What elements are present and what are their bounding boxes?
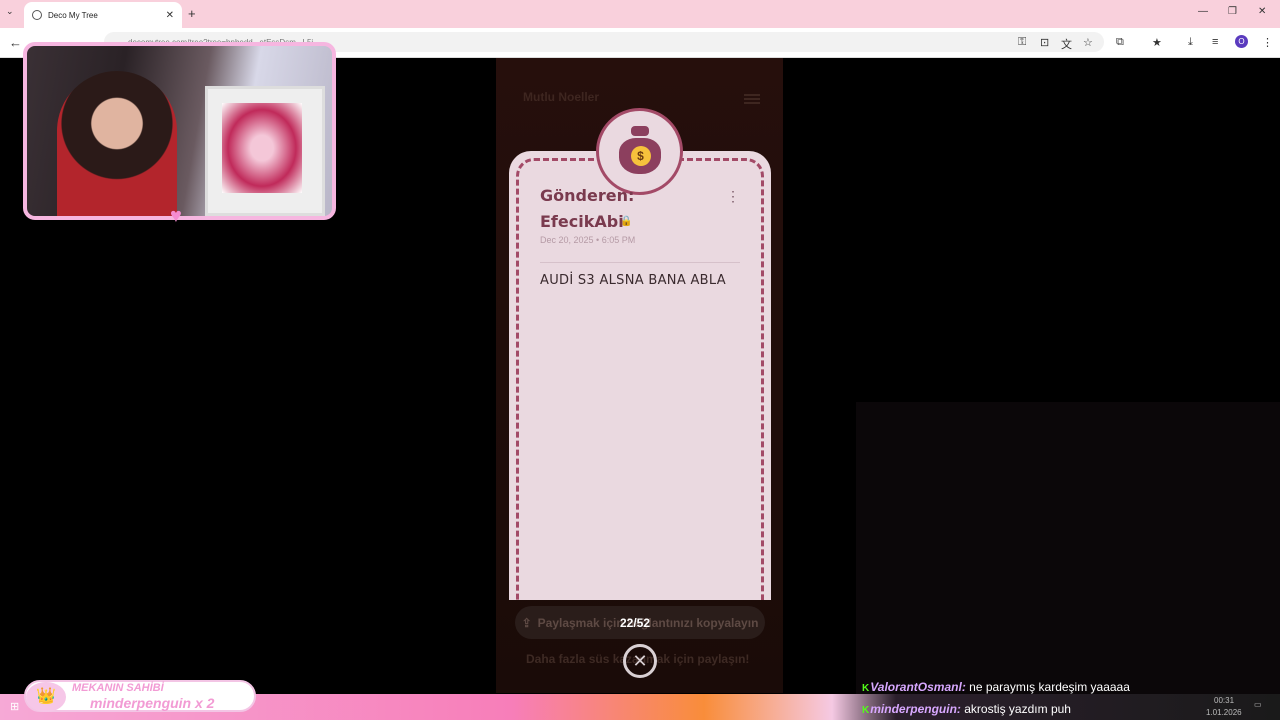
- money-bag-ornament: $: [596, 108, 683, 195]
- windows-start-icon[interactable]: ⊞: [10, 700, 19, 713]
- kick-badge-icon: K: [862, 683, 870, 694]
- sender-name: EfecikAbi: [540, 212, 624, 231]
- tab-close-icon[interactable]: ✕: [166, 10, 174, 21]
- bookmark-star-icon[interactable]: ☆: [1083, 36, 1093, 49]
- kick-badge-icon: K: [862, 705, 870, 716]
- heart-icon: ♥: [170, 205, 182, 227]
- divider: [540, 262, 740, 263]
- share-icon: ⇪: [521, 615, 532, 630]
- banner-title: MEKANIN SAHİBİ: [72, 682, 164, 694]
- browser-tab[interactable]: Deco My Tree ✕: [24, 2, 182, 28]
- webcam-overlay: [23, 42, 336, 220]
- message-date: Dec 20, 2025 • 6:05 PM: [540, 235, 636, 245]
- notification-icon[interactable]: ▭: [1254, 700, 1262, 709]
- message-text: AUDİ S3 ALSNA BANA ABLA: [540, 273, 726, 288]
- key-icon[interactable]: ⚿: [1018, 36, 1026, 49]
- translate-icon[interactable]: 文: [1061, 36, 1072, 52]
- close-icon[interactable]: ✕: [623, 644, 657, 678]
- profile-avatar[interactable]: O: [1235, 35, 1248, 48]
- chat-username: ValorantOsmanl:: [870, 680, 966, 694]
- chat-text: akrostiş yazdım puh: [964, 702, 1071, 716]
- more-options-icon[interactable]: ⋮: [726, 188, 740, 205]
- lock-icon: 🔒: [620, 216, 633, 227]
- download-icon[interactable]: ⤓: [1188, 36, 1193, 49]
- tab-title: Deco My Tree: [48, 10, 98, 20]
- ornament-counter: 22/52: [620, 616, 651, 630]
- maximize-button[interactable]: ❐: [1228, 6, 1237, 17]
- stream-panel: [856, 402, 1280, 694]
- sender-label: Gönderen:: [540, 186, 635, 205]
- chat-message: KValorantOsmanl: ne paraymış kardeşim ya…: [862, 680, 1130, 694]
- clock-time: 00:31: [1214, 696, 1235, 705]
- bookmarks-icon[interactable]: ★: [1152, 36, 1162, 49]
- globe-icon: [32, 10, 42, 20]
- banner-user: minderpenguin x 2: [90, 695, 215, 711]
- crown-icon: 👑: [26, 682, 66, 712]
- reading-list-icon[interactable]: ≡: [1212, 36, 1218, 48]
- window-close-button[interactable]: ✕: [1258, 6, 1266, 17]
- chat-username: minderpenguin:: [870, 702, 961, 716]
- minimize-button[interactable]: —: [1198, 6, 1208, 17]
- clock-date: 1.01.2026: [1206, 708, 1242, 717]
- chat-message: Kminderpenguin: akrostiş yazdım puh: [862, 702, 1071, 716]
- tab-list-button[interactable]: ⌄: [6, 6, 14, 17]
- hamburger-menu-icon[interactable]: [744, 94, 760, 104]
- new-tab-button[interactable]: +: [188, 6, 196, 21]
- back-icon[interactable]: ←: [9, 35, 22, 50]
- install-icon[interactable]: ⊡: [1040, 36, 1049, 49]
- page-title: Mutlu Noeller: [523, 90, 600, 104]
- chat-text: ne paraymış kardeşim yaaaaa: [969, 680, 1130, 694]
- money-bag-icon: $: [618, 125, 661, 174]
- streamer-image: [57, 71, 177, 216]
- coin-icon: $: [630, 145, 651, 166]
- extensions-icon[interactable]: ⧉: [1116, 36, 1124, 49]
- more-menu-icon[interactable]: ⋮: [1262, 36, 1273, 49]
- pc-case-image: [205, 86, 325, 216]
